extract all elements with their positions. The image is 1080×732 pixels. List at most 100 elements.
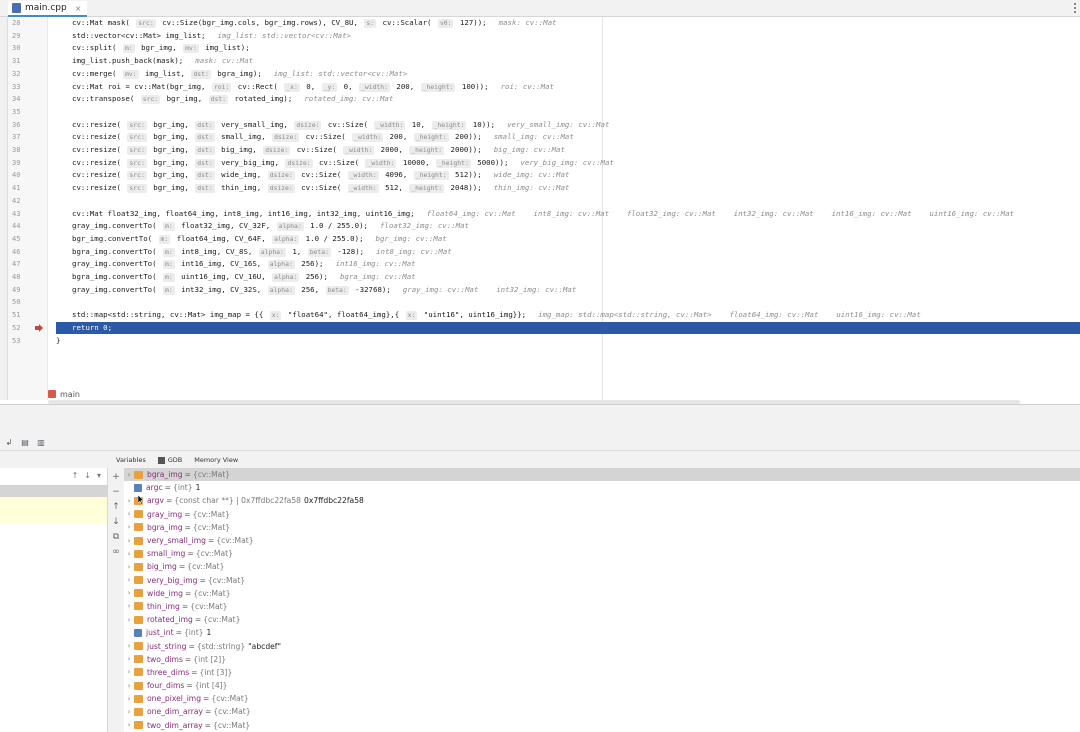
line-number[interactable]: 46 xyxy=(12,246,30,259)
chevron-right-icon[interactable]: › xyxy=(124,576,134,584)
chevron-right-icon[interactable]: › xyxy=(124,523,134,531)
chevron-right-icon[interactable]: › xyxy=(124,668,134,676)
code-line[interactable] xyxy=(56,106,1080,119)
breadcrumb[interactable]: main xyxy=(48,388,80,400)
chevron-right-icon[interactable]: › xyxy=(124,471,134,479)
variable-row[interactable]: › bgra_img = {cv::Mat} xyxy=(124,468,1080,482)
code-line[interactable]: img_list.push_back(mask); mask: cv::Mat xyxy=(56,55,1080,68)
line-gutter[interactable]: 28 29 30 31 32 33 34 35 36 37 38 39 40 41 42 43 44 45 46 47… xyxy=(8,17,48,400)
layout-icon[interactable]: ▤ xyxy=(20,438,30,448)
frame-row[interactable] xyxy=(0,497,107,523)
chevron-right-icon[interactable]: › xyxy=(124,695,134,703)
glasses-icon[interactable]: ∞ xyxy=(112,547,120,558)
variable-row[interactable]: › two_dims = {int [2]} xyxy=(124,653,1080,666)
tab-gdb[interactable]: GDB xyxy=(157,456,182,464)
line-number[interactable]: 28 xyxy=(12,17,30,30)
tab-memory-view[interactable]: Memory View xyxy=(194,456,238,464)
variable-row[interactable]: › big_img = {cv::Mat} xyxy=(124,560,1080,573)
add-watch-icon[interactable]: + xyxy=(112,472,120,483)
move-up-icon[interactable]: ↑ xyxy=(112,502,120,513)
code-line[interactable]: bgr_img.convertTo( m: float64_img, CV_64… xyxy=(56,233,1080,246)
line-number[interactable]: 44 xyxy=(12,220,30,233)
code-line[interactable]: cv::merge( mv: img_list, dst: bgra_img);… xyxy=(56,68,1080,81)
tab-variables[interactable]: Variables xyxy=(116,456,146,464)
variable-row[interactable]: argc = {int} 1 xyxy=(124,481,1080,494)
breadcrumb-function[interactable]: main xyxy=(60,390,80,399)
variable-row[interactable]: › bgra_img = {cv::Mat} xyxy=(124,521,1080,534)
frame-row-selected[interactable] xyxy=(0,485,107,497)
restore-layout-icon[interactable]: ↲ xyxy=(4,438,14,448)
code-line[interactable]: cv::resize( src: bgr_img, dst: very_big_… xyxy=(56,157,1080,170)
variables-tree[interactable]: › bgra_img = {cv::Mat} argc = {int} 1 › argv = {con… xyxy=(124,468,1080,732)
line-number[interactable]: 42 xyxy=(12,195,30,208)
frame-filter-icon[interactable]: ▾ xyxy=(97,471,101,480)
chevron-right-icon[interactable]: › xyxy=(124,708,134,716)
code-line[interactable]: cv::resize( src: bgr_img, dst: very_smal… xyxy=(56,119,1080,132)
code-editor[interactable]: 28 29 30 31 32 33 34 35 36 37 38 39 40 41 42 43 44 45 46 47… xyxy=(0,17,1080,400)
variable-row[interactable]: › two_dim_array = {cv::Mat} xyxy=(124,719,1080,732)
line-number[interactable]: 33 xyxy=(12,81,30,94)
line-number[interactable]: 35 xyxy=(12,106,30,119)
line-number[interactable]: 50 xyxy=(12,296,30,309)
chevron-right-icon[interactable]: › xyxy=(124,497,134,505)
code-line[interactable]: cv::Mat roi = cv::Mat(bgr_img, roi: cv::… xyxy=(56,81,1080,94)
chevron-right-icon[interactable]: › xyxy=(124,589,134,597)
code-line[interactable] xyxy=(56,296,1080,309)
variable-row[interactable]: › four_dims = {int [4]} xyxy=(124,679,1080,692)
close-icon[interactable]: × xyxy=(75,4,82,13)
code-line[interactable]: } xyxy=(56,335,1080,348)
code-line[interactable]: cv::resize( src: bgr_img, dst: small_img… xyxy=(56,131,1080,144)
line-number[interactable]: 51 xyxy=(12,309,30,322)
line-number[interactable]: 36 xyxy=(12,119,30,132)
line-number[interactable]: 38 xyxy=(12,144,30,157)
code-line[interactable]: cv::split( m: bgr_img, mv: img_list); xyxy=(56,42,1080,55)
execution-point-icon[interactable] xyxy=(35,323,45,332)
code-line[interactable]: cv::resize( src: bgr_img, dst: thin_img,… xyxy=(56,182,1080,195)
line-number[interactable]: 32 xyxy=(12,68,30,81)
line-number[interactable]: 39 xyxy=(12,157,30,170)
code-line[interactable]: cv::resize( src: bgr_img, dst: wide_img,… xyxy=(56,169,1080,182)
variable-row[interactable]: › rotated_img = {cv::Mat} xyxy=(124,613,1080,626)
chevron-right-icon[interactable]: › xyxy=(124,510,134,518)
current-execution-line[interactable]: return 0; xyxy=(56,321,1080,335)
line-number[interactable]: 49 xyxy=(12,284,30,297)
code-line[interactable]: cv::Mat float32_img, float64_img, int8_i… xyxy=(56,208,1080,221)
chevron-right-icon[interactable]: › xyxy=(124,537,134,545)
chevron-right-icon[interactable]: › xyxy=(124,642,134,650)
variable-row[interactable]: just_int = {int} 1 xyxy=(124,626,1080,639)
remove-watch-icon[interactable]: − xyxy=(112,487,120,498)
tab-main-cpp[interactable]: main.cpp × xyxy=(8,1,88,17)
code-line[interactable]: cv::transpose( src: bgr_img, dst: rotate… xyxy=(56,93,1080,106)
variable-row[interactable]: › argv = {const char **} | 0x7ffdbc22fa58 0x… xyxy=(124,494,1080,507)
line-number[interactable]: 52 xyxy=(12,322,30,335)
line-number[interactable]: 48 xyxy=(12,271,30,284)
copy-icon[interactable]: ⧉ xyxy=(113,532,119,543)
code-line[interactable]: cv::Mat mask( src: cv::Size(bgr_img.cols… xyxy=(56,17,1080,30)
code-line[interactable]: gray_img.convertTo( m: float32_img, CV_3… xyxy=(56,220,1080,233)
line-number[interactable]: 34 xyxy=(12,93,30,106)
code-line[interactable]: gray_img.convertTo( m: int16_img, CV_16S… xyxy=(56,258,1080,271)
variable-row[interactable]: › one_pixel_img = {cv::Mat} xyxy=(124,692,1080,705)
line-number[interactable]: 45 xyxy=(12,233,30,246)
variable-row[interactable]: › one_dim_array = {cv::Mat} xyxy=(124,705,1080,718)
move-down-icon[interactable]: ↓ xyxy=(112,517,120,528)
line-number[interactable]: 37 xyxy=(12,131,30,144)
code-area[interactable]: cv::Mat mask( src: cv::Size(bgr_img.cols… xyxy=(56,17,1080,400)
line-number[interactable]: 30 xyxy=(12,42,30,55)
line-number[interactable]: 41 xyxy=(12,182,30,195)
chevron-right-icon[interactable]: › xyxy=(124,721,134,729)
variable-row[interactable]: › small_img = {cv::Mat} xyxy=(124,547,1080,560)
variable-row[interactable]: › very_big_img = {cv::Mat} xyxy=(124,574,1080,587)
code-line[interactable]: gray_img.convertTo( m: int32_img, CV_32S… xyxy=(56,284,1080,297)
chevron-right-icon[interactable]: › xyxy=(124,550,134,558)
frame-down-icon[interactable]: ↓ xyxy=(84,471,91,480)
frame-up-icon[interactable]: ↑ xyxy=(72,471,79,480)
variable-row[interactable]: › thin_img = {cv::Mat} xyxy=(124,600,1080,613)
line-number[interactable]: 40 xyxy=(12,169,30,182)
line-number[interactable]: 53 xyxy=(12,335,30,348)
frames-panel[interactable]: ↑ ↓ ▾ xyxy=(0,468,108,732)
chevron-right-icon[interactable]: › xyxy=(124,655,134,663)
variable-row[interactable]: › gray_img = {cv::Mat} xyxy=(124,508,1080,521)
code-line[interactable]: bgra_img.convertTo( m: uint16_img, CV_16… xyxy=(56,271,1080,284)
variable-row[interactable]: › wide_img = {cv::Mat} xyxy=(124,587,1080,600)
